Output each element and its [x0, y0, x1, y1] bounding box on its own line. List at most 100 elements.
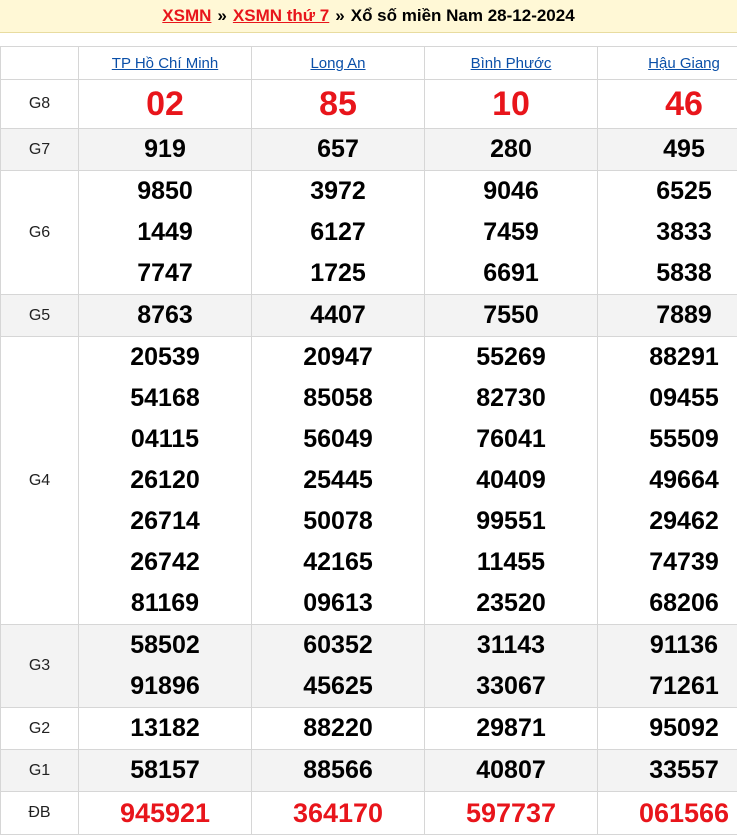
- prize-number: 6691: [483, 259, 539, 287]
- prize-row-special: ĐB 945921 364170 597737 061566: [0, 791, 737, 835]
- prize-cell: 58502 91896: [78, 624, 252, 708]
- breadcrumb-separator: »: [335, 6, 345, 25]
- prize-number: 42165: [303, 548, 373, 576]
- prize-row-g8: G8 02 85 10 46: [0, 79, 737, 129]
- prize-number: 91896: [130, 672, 200, 700]
- prize-number: 1449: [137, 218, 193, 246]
- prize-number: 4407: [251, 294, 425, 337]
- prize-number: 11455: [476, 548, 546, 576]
- prize-number: 81169: [130, 589, 200, 617]
- prize-number: 10: [424, 79, 598, 129]
- prize-number: 56049: [303, 425, 373, 453]
- prize-number: 55509: [649, 425, 719, 453]
- special-prize-number: 597737: [424, 791, 598, 835]
- prize-number: 74739: [649, 548, 719, 576]
- prize-number: 7889: [597, 294, 737, 337]
- province-header: Long An: [251, 46, 425, 80]
- prize-number: 09455: [649, 384, 719, 412]
- prize-label: ĐB: [0, 791, 79, 835]
- prize-label: G7: [0, 128, 79, 171]
- prize-number: 657: [251, 128, 425, 171]
- prize-number: 33067: [476, 672, 546, 700]
- prize-number: 7550: [424, 294, 598, 337]
- prize-cell: 3972 6127 1725: [251, 170, 425, 295]
- province-link-hcm[interactable]: TP Hồ Chí Minh: [112, 55, 218, 72]
- prize-number: 7459: [483, 218, 539, 246]
- province-link-binh-phuoc[interactable]: Bình Phước: [471, 55, 552, 72]
- prize-number: 76041: [476, 425, 546, 453]
- prize-row-g2: G2 13182 88220 29871 95092: [0, 707, 737, 750]
- prize-number: 29462: [649, 507, 719, 535]
- breadcrumb-home-link[interactable]: XSMN: [162, 6, 211, 26]
- prize-row-g6: G6 9850 1449 7747 3972 6127 1725 9046 74…: [0, 170, 737, 295]
- province-link-long-an[interactable]: Long An: [310, 55, 365, 72]
- prize-number: 88220: [251, 707, 425, 750]
- breadcrumb-day-link[interactable]: XSMN thứ 7: [233, 6, 329, 26]
- province-header-row: TP Hồ Chí Minh Long An Bình Phước Hậu Gi…: [0, 46, 737, 80]
- prize-number: 60352: [303, 631, 373, 659]
- special-prize-number: 061566: [597, 791, 737, 835]
- prize-row-g4: G4 20539 54168 04115 26120 26714 26742 8…: [0, 336, 737, 625]
- prize-number: 45625: [303, 672, 373, 700]
- province-header: Bình Phước: [424, 46, 598, 80]
- prize-label: G1: [0, 749, 79, 792]
- prize-number: 85: [251, 79, 425, 129]
- corner-cell: [0, 46, 79, 80]
- results-table: TP Hồ Chí Minh Long An Bình Phước Hậu Gi…: [0, 46, 737, 835]
- prize-label: G4: [0, 336, 79, 625]
- prize-number: 91136: [649, 631, 719, 659]
- prize-number: 13182: [78, 707, 252, 750]
- prize-number: 3833: [656, 218, 712, 246]
- prize-number: 88291: [649, 343, 719, 371]
- prize-number: 26742: [130, 548, 200, 576]
- prize-number: 20539: [130, 343, 200, 371]
- prize-number: 9850: [137, 177, 193, 205]
- prize-number: 40409: [476, 466, 546, 494]
- prize-number: 3972: [310, 177, 366, 205]
- prize-number: 54168: [130, 384, 200, 412]
- prize-number: 31143: [476, 631, 546, 659]
- prize-number: 85058: [303, 384, 373, 412]
- prize-cell: 91136 71261: [597, 624, 737, 708]
- prize-label: G2: [0, 707, 79, 750]
- prize-number: 33557: [597, 749, 737, 792]
- prize-row-g3: G3 58502 91896 60352 45625 31143 33067 9…: [0, 624, 737, 708]
- prize-number: 6525: [656, 177, 712, 205]
- prize-number: 26120: [130, 466, 200, 494]
- prize-number: 25445: [303, 466, 373, 494]
- prize-cell: 60352 45625: [251, 624, 425, 708]
- prize-number: 71261: [649, 672, 719, 700]
- prize-number: 6127: [310, 218, 366, 246]
- prize-number: 09613: [303, 589, 373, 617]
- prize-number: 58502: [130, 631, 200, 659]
- prize-row-g1: G1 58157 88566 40807 33557: [0, 749, 737, 792]
- prize-cell: 88291 09455 55509 49664 29462 74739 6820…: [597, 336, 737, 625]
- prize-number: 46: [597, 79, 737, 129]
- prize-cell: 20947 85058 56049 25445 50078 42165 0961…: [251, 336, 425, 625]
- prize-number: 20947: [303, 343, 373, 371]
- prize-number: 23520: [476, 589, 546, 617]
- prize-number: 95092: [597, 707, 737, 750]
- prize-number: 50078: [303, 507, 373, 535]
- prize-cell: 20539 54168 04115 26120 26714 26742 8116…: [78, 336, 252, 625]
- prize-number: 99551: [476, 507, 546, 535]
- prize-label: G5: [0, 294, 79, 337]
- prize-number: 04115: [130, 425, 200, 453]
- breadcrumb-separator: »: [217, 6, 227, 25]
- prize-cell: 31143 33067: [424, 624, 598, 708]
- prize-number: 5838: [656, 259, 712, 287]
- prize-number: 88566: [251, 749, 425, 792]
- prize-row-g5: G5 8763 4407 7550 7889: [0, 294, 737, 337]
- prize-number: 68206: [649, 589, 719, 617]
- special-prize-number: 364170: [251, 791, 425, 835]
- page-title: Xổ số miền Nam 28-12-2024: [350, 6, 575, 25]
- prize-row-g7: G7 919 657 280 495: [0, 128, 737, 171]
- special-prize-number: 945921: [78, 791, 252, 835]
- prize-cell: 55269 82730 76041 40409 99551 11455 2352…: [424, 336, 598, 625]
- prize-number: 02: [78, 79, 252, 129]
- prize-label: G8: [0, 79, 79, 129]
- province-link-hau-giang[interactable]: Hậu Giang: [648, 55, 720, 72]
- prize-number: 495: [597, 128, 737, 171]
- prize-number: 58157: [78, 749, 252, 792]
- province-header: TP Hồ Chí Minh: [78, 46, 252, 80]
